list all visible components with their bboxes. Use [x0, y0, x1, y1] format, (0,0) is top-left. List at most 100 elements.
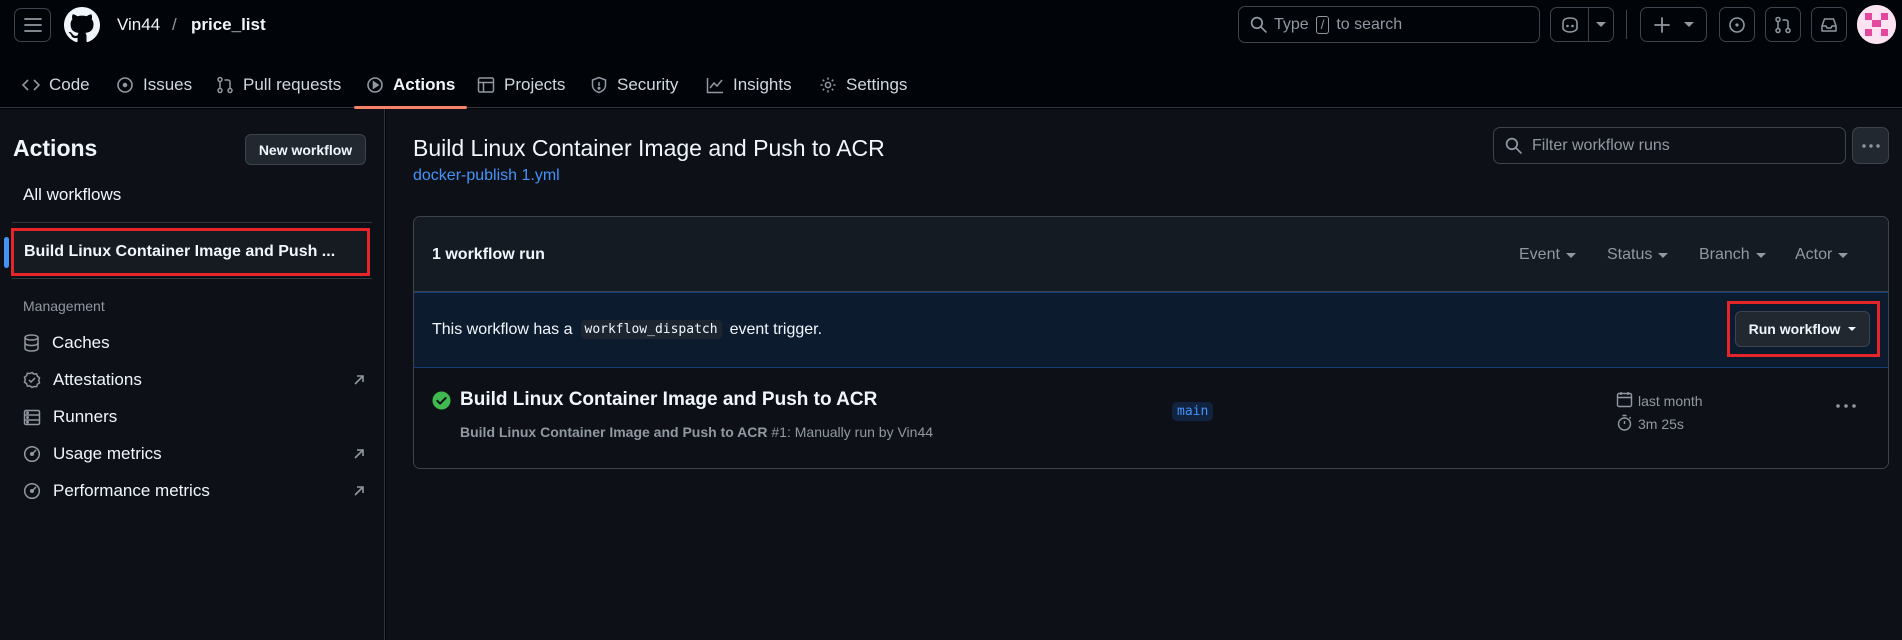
- filter-status-label: Status: [1607, 246, 1653, 263]
- filter-actor-dropdown[interactable]: Actor: [1795, 246, 1849, 264]
- breadcrumb-separator: /: [172, 15, 177, 34]
- run-workflow-button[interactable]: Run workflow: [1735, 311, 1870, 347]
- external-link-arrow-icon: [354, 375, 364, 385]
- plus-icon: [1653, 16, 1670, 33]
- branch-badge[interactable]: main: [1172, 402, 1214, 421]
- filter-status-dropdown[interactable]: Status: [1607, 246, 1669, 264]
- attestations-label: Attestations: [53, 370, 142, 389]
- pull-request-icon: [1775, 16, 1791, 33]
- issue-icon: [1729, 16, 1745, 33]
- repo-owner-link[interactable]: Vin44: [117, 15, 160, 35]
- table-icon: [477, 77, 495, 93]
- more-options-button[interactable]: [1852, 127, 1889, 164]
- tab-actions[interactable]: Actions: [353, 62, 468, 109]
- tab-security[interactable]: Security: [590, 62, 678, 108]
- pull-requests-button[interactable]: [1765, 7, 1801, 42]
- database-icon: [24, 334, 39, 352]
- sidebar-item-runners[interactable]: Runners: [23, 407, 117, 427]
- tab-insights[interactable]: Insights: [706, 62, 792, 108]
- issues-button[interactable]: [1719, 7, 1755, 42]
- avatar[interactable]: [1857, 5, 1896, 44]
- sidebar-item-performance-metrics[interactable]: Performance metrics: [23, 481, 364, 501]
- page-title: Build Linux Container Image and Push to …: [413, 135, 885, 161]
- sidebar-item-caches[interactable]: Caches: [23, 333, 110, 353]
- repo-navigation: Code Issues Pull requests Actions Projec…: [0, 62, 1902, 109]
- hamburger-menu-button[interactable]: [14, 8, 51, 42]
- chevron-down-icon: [1838, 252, 1849, 258]
- sidebar-divider: [12, 222, 372, 223]
- search-shortcut-key: /: [1315, 15, 1330, 34]
- run-workflow-name: Build Linux Container Image and Push to …: [460, 424, 768, 440]
- tab-settings[interactable]: Settings: [819, 62, 907, 108]
- sidebar-item-selected-workflow[interactable]: Build Linux Container Image and Push ...: [11, 228, 370, 276]
- performance-metrics-label: Performance metrics: [53, 481, 210, 500]
- calendar-icon: [1616, 392, 1633, 408]
- sidebar-divider: [12, 278, 372, 279]
- workflow-file-link[interactable]: docker-publish 1.yml: [413, 167, 560, 185]
- filter-branch-dropdown[interactable]: Branch: [1699, 246, 1766, 264]
- hamburger-icon: [23, 18, 42, 32]
- dispatch-code: workflow_dispatch: [580, 320, 722, 339]
- workflow-main: Build Linux Container Image and Push to …: [386, 109, 1902, 640]
- run-workflow-label: Run workflow: [1748, 321, 1841, 337]
- search-prefix: Type: [1274, 15, 1309, 33]
- filter-event-dropdown[interactable]: Event: [1519, 246, 1576, 264]
- workflow-runs-box: 1 workflow run Event Status Branch Actor…: [413, 216, 1889, 469]
- copilot-icon: [1551, 8, 1589, 41]
- kebab-horizontal-icon: [1861, 143, 1880, 148]
- tab-code[interactable]: Code: [22, 62, 90, 108]
- sidebar-item-all-workflows[interactable]: All workflows: [23, 185, 121, 205]
- caches-label: Caches: [52, 333, 110, 352]
- search-suffix: to search: [1336, 15, 1403, 33]
- search-icon: [1505, 137, 1522, 154]
- server-icon: [23, 409, 41, 425]
- verified-icon: [23, 371, 41, 389]
- tab-issues[interactable]: Issues: [116, 62, 192, 108]
- dispatch-suffix: event trigger.: [729, 320, 823, 338]
- run-title-link[interactable]: Build Linux Container Image and Push to …: [460, 389, 877, 411]
- run-duration: 3m 25s: [1638, 416, 1684, 432]
- create-new-button[interactable]: [1640, 7, 1707, 42]
- global-search-input[interactable]: Type / to search: [1238, 6, 1540, 43]
- filter-event-label: Event: [1519, 246, 1560, 263]
- filter-branch-label: Branch: [1699, 246, 1750, 263]
- tab-pull-requests-label: Pull requests: [243, 75, 342, 94]
- filter-actor-label: Actor: [1795, 246, 1833, 263]
- sidebar-item-usage-metrics[interactable]: Usage metrics: [23, 444, 364, 464]
- tab-security-label: Security: [617, 75, 679, 94]
- tab-projects[interactable]: Projects: [477, 62, 565, 108]
- kebab-horizontal-icon[interactable]: [1836, 404, 1856, 408]
- chevron-down-icon: [1755, 252, 1766, 258]
- pull-request-icon: [217, 76, 233, 94]
- copilot-chevron-down-icon[interactable]: [1589, 22, 1613, 27]
- tab-projects-label: Projects: [504, 75, 566, 94]
- runs-box-header: 1 workflow run Event Status Branch Actor: [414, 217, 1888, 292]
- filter-workflow-runs-input[interactable]: Filter workflow runs: [1493, 127, 1846, 164]
- inbox-icon: [1821, 17, 1837, 32]
- github-logo-icon[interactable]: [64, 7, 100, 43]
- tab-pull-requests[interactable]: Pull requests: [216, 62, 341, 108]
- usage-metrics-label: Usage metrics: [53, 444, 162, 463]
- chevron-down-icon: [1848, 327, 1857, 331]
- global-header: Vin44 / price_list Type / to search: [0, 0, 1902, 50]
- repo-name-link[interactable]: price_list: [191, 15, 266, 35]
- copilot-button[interactable]: [1550, 7, 1614, 42]
- dispatch-prefix: This workflow has a: [432, 320, 573, 338]
- gear-icon: [820, 77, 836, 93]
- filter-placeholder: Filter workflow runs: [1532, 136, 1670, 154]
- selected-indicator: [4, 237, 9, 268]
- run-details: #1: Manually run by Vin44: [771, 424, 934, 440]
- external-link-arrow-icon: [354, 486, 364, 496]
- inbox-button[interactable]: [1811, 7, 1847, 42]
- run-timestamp: last month: [1638, 393, 1703, 409]
- meter-icon: [23, 445, 41, 463]
- new-workflow-button[interactable]: New workflow: [245, 134, 366, 165]
- sidebar-item-attestations[interactable]: Attestations: [23, 370, 364, 390]
- tab-settings-label: Settings: [846, 75, 908, 94]
- chevron-down-icon: [1565, 252, 1576, 258]
- header-divider: [1626, 10, 1627, 39]
- tab-insights-label: Insights: [733, 75, 792, 94]
- workflow-run-row[interactable]: Build Linux Container Image and Push to …: [414, 369, 1888, 468]
- actions-sidebar: Actions New workflow All workflows Build…: [0, 109, 385, 640]
- external-link-arrow-icon: [354, 449, 364, 459]
